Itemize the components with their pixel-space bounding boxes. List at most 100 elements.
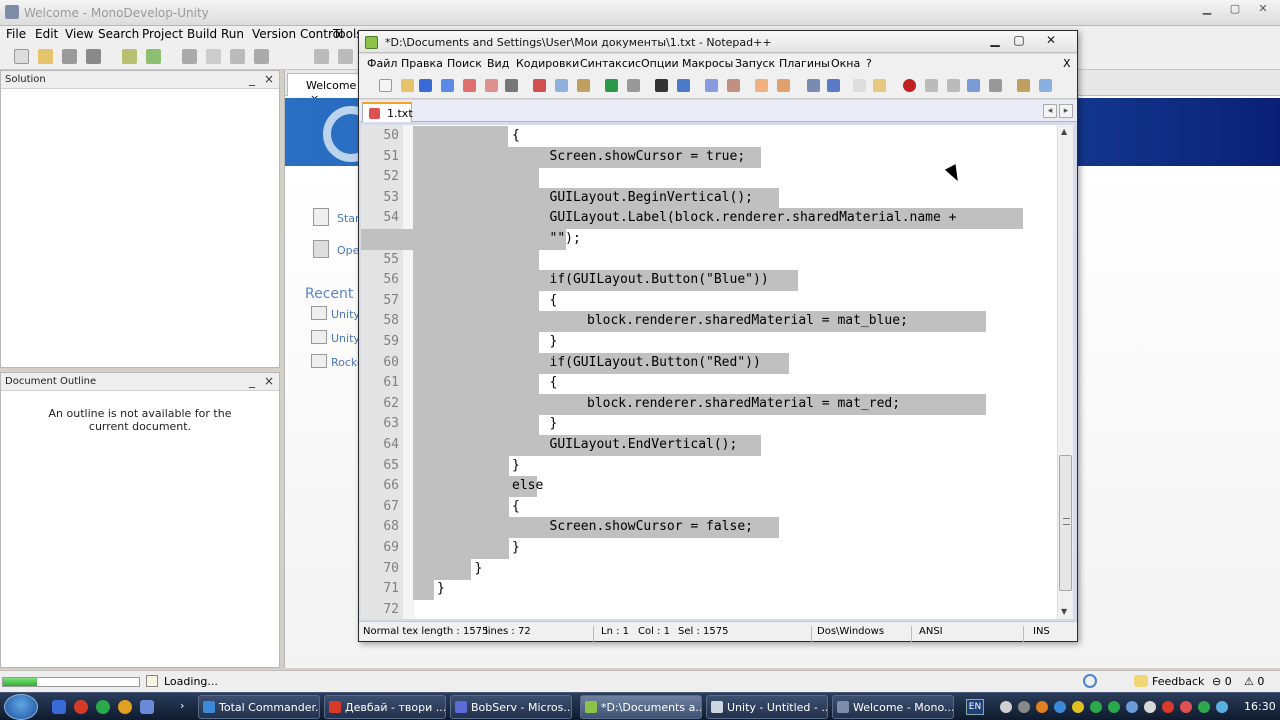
menu-project[interactable]: Project — [142, 27, 183, 41]
maximize-icon[interactable]: ▢ — [1224, 2, 1246, 16]
warning-count[interactable]: ⚠ 0 — [1244, 675, 1264, 688]
run-macro-multiple-icon[interactable] — [967, 79, 980, 92]
tab-1-txt[interactable]: 1.txt — [362, 102, 413, 122]
taskbar-button[interactable]: Welcome - Mono... — [832, 695, 954, 719]
close-icon[interactable]: × — [264, 72, 274, 86]
error-count[interactable]: ⊖ 0 — [1212, 675, 1232, 688]
sync-vertical-icon[interactable] — [755, 79, 768, 92]
menu-view[interactable]: Вид — [487, 57, 509, 70]
tray-icon[interactable] — [1198, 701, 1210, 713]
open-link[interactable]: Ope — [337, 244, 359, 257]
new-file-icon[interactable] — [14, 49, 29, 64]
save-icon[interactable] — [62, 49, 77, 64]
save-all-icon[interactable] — [86, 49, 101, 64]
folder-icon[interactable] — [1017, 79, 1030, 92]
menu-run[interactable]: Запуск — [735, 57, 775, 70]
close-icon[interactable]: ✕ — [1041, 33, 1061, 47]
feedback-button[interactable]: Feedback — [1152, 675, 1204, 688]
scrollbar-thumb[interactable] — [1059, 455, 1072, 591]
menu-edit[interactable]: Edit — [35, 27, 58, 41]
menu-search[interactable]: Поиск — [447, 57, 482, 70]
tray-icon[interactable] — [1018, 701, 1030, 713]
tray-icon[interactable] — [1036, 701, 1048, 713]
vertical-scrollbar[interactable]: ▲ ▼ — [1057, 125, 1073, 619]
zoom-in-icon[interactable] — [705, 79, 718, 92]
record-macro-icon[interactable] — [903, 79, 916, 92]
menu-view[interactable]: View — [65, 27, 93, 41]
cut-icon[interactable] — [533, 79, 546, 92]
tray-icon[interactable] — [1162, 701, 1174, 713]
stop-macro-icon[interactable] — [925, 79, 938, 92]
close-file-icon[interactable] — [463, 79, 476, 92]
print-icon[interactable] — [505, 79, 518, 92]
user-language-icon[interactable] — [873, 79, 886, 92]
copy-icon[interactable] — [206, 49, 221, 64]
tray-icon[interactable] — [1072, 701, 1084, 713]
menu-edit[interactable]: Правка — [401, 57, 443, 70]
cut-icon[interactable] — [182, 49, 197, 64]
tray-icon[interactable] — [1108, 701, 1120, 713]
close-icon[interactable]: ✕ — [1252, 2, 1274, 16]
redo-icon[interactable] — [627, 79, 640, 92]
tray-icon[interactable] — [1144, 701, 1156, 713]
utorrent-icon[interactable] — [96, 700, 110, 714]
find-icon[interactable] — [655, 79, 668, 92]
quicklaunch-icon[interactable] — [118, 700, 132, 714]
run-icon[interactable] — [338, 49, 353, 64]
maximize-icon[interactable]: ▢ — [1009, 33, 1029, 47]
minimize-icon[interactable]: ▁ — [985, 33, 1005, 47]
language-indicator[interactable]: EN — [966, 699, 984, 715]
copy-icon[interactable] — [555, 79, 568, 92]
undo-icon[interactable] — [605, 79, 618, 92]
menu-file[interactable]: File — [6, 27, 26, 41]
menu-options[interactable]: Опции — [641, 57, 679, 70]
paste-icon[interactable] — [230, 49, 245, 64]
minimize-icon[interactable]: _ — [249, 374, 255, 388]
opera-icon[interactable] — [74, 700, 88, 714]
close-all-icon[interactable] — [485, 79, 498, 92]
code-editor[interactable]: 50 51 52 53 54 55 56 57 58 59 60 61 62 63 64 65 66 67 68 69… — [361, 125, 1057, 619]
redo-icon[interactable] — [146, 49, 161, 64]
quicklaunch-more-icon[interactable]: › — [180, 699, 184, 712]
sync-horizontal-icon[interactable] — [777, 79, 790, 92]
open-folder-icon[interactable] — [38, 49, 53, 64]
start-link[interactable]: Star — [337, 212, 360, 225]
tray-icon[interactable] — [1090, 701, 1102, 713]
delete-icon[interactable] — [254, 49, 269, 64]
tray-icon[interactable] — [1000, 701, 1012, 713]
paste-icon[interactable] — [577, 79, 590, 92]
taskbar-button[interactable]: *D:\Documents a... — [580, 695, 702, 719]
tab-scroll-left-icon[interactable]: ◂ — [1043, 104, 1057, 118]
save-icon[interactable] — [419, 79, 432, 92]
zoom-out-icon[interactable] — [727, 79, 740, 92]
sync-icon[interactable] — [1083, 674, 1097, 688]
taskbar-button[interactable]: Unity - Untitled - ... — [706, 695, 828, 719]
build-icon[interactable] — [314, 49, 329, 64]
menu-syntax[interactable]: Синтаксис — [580, 57, 641, 70]
minimize-icon[interactable]: ▁ — [1196, 2, 1218, 16]
taskbar-button[interactable]: Total Commander... — [198, 695, 320, 719]
tray-icon[interactable] — [1054, 701, 1066, 713]
volume-icon[interactable] — [1216, 701, 1228, 713]
tray-icon[interactable] — [1126, 701, 1138, 713]
save-all-icon[interactable] — [441, 79, 454, 92]
start-button[interactable] — [4, 694, 38, 720]
menu-macros[interactable]: Макросы — [682, 57, 733, 70]
tray-icon[interactable] — [1180, 701, 1192, 713]
tab-scroll-right-icon[interactable]: ▸ — [1059, 104, 1073, 118]
close-document-icon[interactable]: X — [1063, 57, 1071, 70]
indent-guide-icon[interactable] — [853, 79, 866, 92]
menu-file[interactable]: Файл — [367, 57, 397, 70]
new-file-icon[interactable] — [379, 79, 392, 92]
menu-plugins[interactable]: Плагины — [779, 57, 830, 70]
save-macro-icon[interactable] — [989, 79, 1002, 92]
menu-windows[interactable]: Окна — [831, 57, 860, 70]
menu-run[interactable]: Run — [221, 27, 244, 41]
quicklaunch-icon[interactable] — [140, 700, 154, 714]
scroll-down-icon[interactable]: ▼ — [1061, 607, 1067, 616]
show-all-chars-icon[interactable] — [827, 79, 840, 92]
quicklaunch-icon[interactable] — [52, 700, 66, 714]
menu-search[interactable]: Search — [98, 27, 139, 41]
tab-welcome[interactable]: Welcome × — [287, 73, 363, 105]
word-wrap-icon[interactable] — [807, 79, 820, 92]
